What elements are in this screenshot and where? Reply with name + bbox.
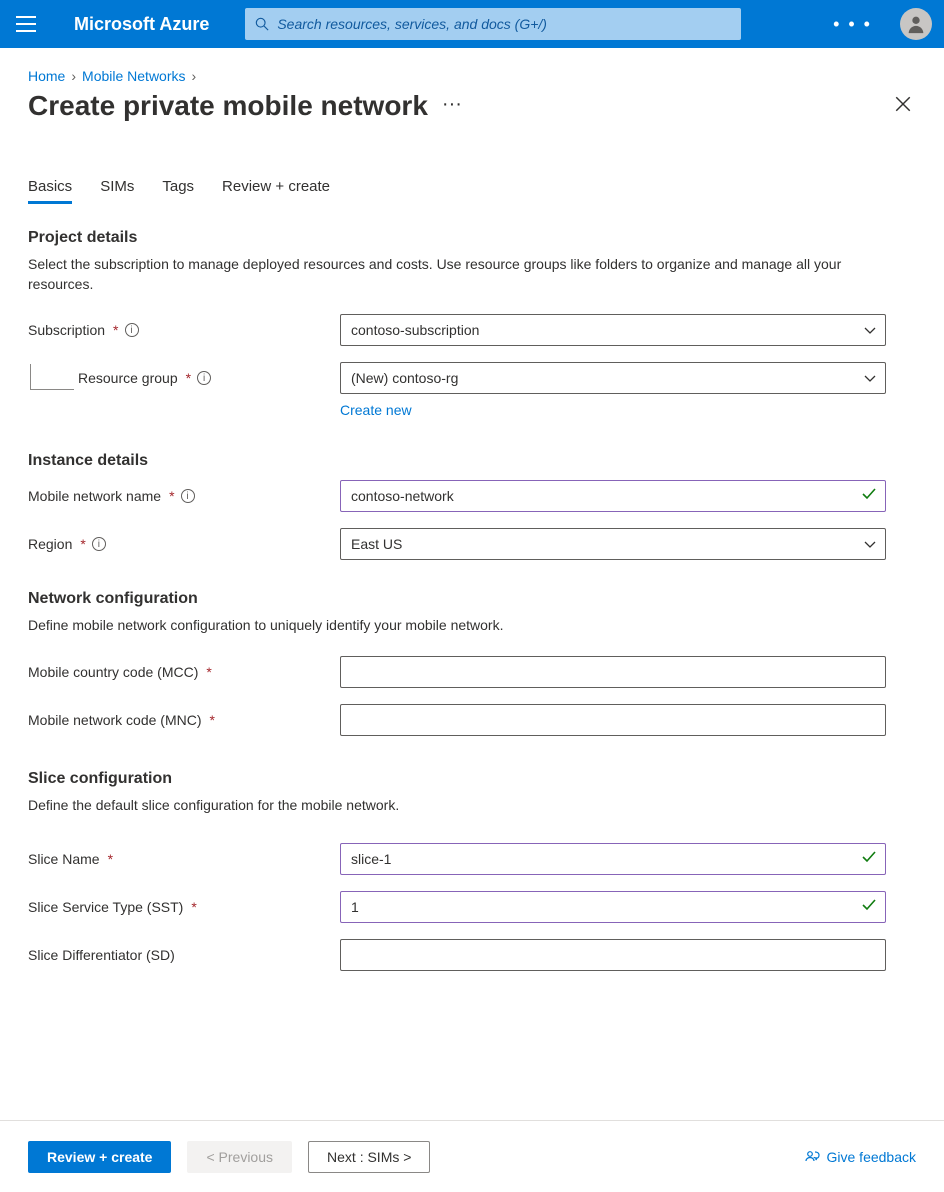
info-icon[interactable]: i [197, 371, 211, 385]
label-network-name: Mobile network name * i [28, 488, 340, 504]
give-feedback-link[interactable]: Give feedback [805, 1149, 917, 1165]
section-title-instance: Instance details [28, 452, 916, 470]
info-icon[interactable]: i [125, 323, 139, 337]
row-mnc: Mobile network code (MNC) * [28, 704, 916, 736]
hamburger-menu-button[interactable] [12, 10, 40, 38]
required-mark: * [108, 851, 113, 867]
row-slice-name: Slice Name * [28, 843, 916, 875]
required-mark: * [206, 664, 211, 680]
row-sd: Slice Differentiator (SD) [28, 939, 916, 971]
tab-sims[interactable]: SIMs [100, 178, 134, 204]
chevron-right-icon: › [192, 68, 197, 84]
chevron-down-icon [864, 322, 876, 338]
row-network-name: Mobile network name * i [28, 480, 916, 512]
section-title-slice: Slice configuration [28, 770, 916, 788]
section-desc-slice: Define the default slice configuration f… [28, 796, 848, 816]
close-button[interactable] [890, 91, 916, 122]
label-mnc: Mobile network code (MNC) * [28, 712, 340, 728]
section-title-project: Project details [28, 229, 916, 247]
person-icon [905, 13, 927, 35]
label-mcc: Mobile country code (MCC) * [28, 664, 340, 680]
breadcrumb: Home › Mobile Networks › [28, 68, 916, 84]
previous-button: < Previous [187, 1141, 292, 1173]
label-slice-name: Slice Name * [28, 851, 340, 867]
resource-group-value: (New) contoso-rg [351, 370, 458, 386]
section-desc-project: Select the subscription to manage deploy… [28, 255, 848, 294]
checkmark-icon [862, 850, 876, 868]
feedback-label: Give feedback [827, 1149, 917, 1165]
label-sst: Slice Service Type (SST) * [28, 899, 340, 915]
user-avatar[interactable] [900, 8, 932, 40]
row-region: Region * i East US [28, 528, 916, 560]
tab-bar: Basics SIMs Tags Review + create [28, 178, 916, 205]
checkmark-icon [862, 898, 876, 916]
label-sd: Slice Differentiator (SD) [28, 947, 340, 963]
section-instance-details: Instance details Mobile network name * i… [28, 452, 916, 560]
required-mark: * [210, 712, 215, 728]
create-new-link[interactable]: Create new [340, 402, 412, 418]
required-mark: * [186, 370, 191, 386]
info-icon[interactable]: i [181, 489, 195, 503]
row-resource-group: Resource group * i (New) contoso-rg [28, 362, 916, 394]
search-input[interactable] [277, 16, 731, 32]
row-sst: Slice Service Type (SST) * [28, 891, 916, 923]
required-mark: * [113, 322, 118, 338]
sst-input[interactable] [340, 891, 886, 923]
brand-label[interactable]: Microsoft Azure [74, 14, 209, 35]
review-create-button[interactable]: Review + create [28, 1141, 171, 1173]
subscription-value: contoso-subscription [351, 322, 479, 338]
global-search[interactable] [245, 8, 741, 40]
title-row: Create private mobile network ··· [28, 90, 916, 122]
chevron-right-icon: › [71, 68, 76, 84]
checkmark-icon [862, 487, 876, 505]
section-title-network: Network configuration [28, 590, 916, 608]
top-header: Microsoft Azure • • • [0, 0, 944, 48]
mcc-input[interactable] [340, 656, 886, 688]
mnc-input[interactable] [340, 704, 886, 736]
section-slice-config: Slice configuration Define the default s… [28, 770, 916, 972]
region-select[interactable]: East US [340, 528, 886, 560]
label-subscription: Subscription * i [28, 322, 340, 338]
tab-basics[interactable]: Basics [28, 178, 72, 204]
wizard-footer: Review + create < Previous Next : SIMs >… [0, 1120, 944, 1192]
search-icon [255, 17, 269, 31]
slice-name-input[interactable] [340, 843, 886, 875]
header-overflow-button[interactable]: • • • [825, 14, 880, 35]
breadcrumb-home[interactable]: Home [28, 68, 65, 84]
subscription-select[interactable]: contoso-subscription [340, 314, 886, 346]
section-project-details: Project details Select the subscription … [28, 229, 916, 420]
chevron-down-icon [864, 536, 876, 552]
section-desc-network: Define mobile network configuration to u… [28, 616, 848, 636]
feedback-icon [805, 1149, 821, 1165]
required-mark: * [169, 488, 174, 504]
indent-line [30, 364, 74, 390]
title-overflow-button[interactable]: ··· [442, 93, 462, 116]
row-subscription: Subscription * i contoso-subscription [28, 314, 916, 346]
label-resource-group: Resource group * i [28, 370, 340, 386]
page-title: Create private mobile network [28, 90, 428, 122]
section-network-config: Network configuration Define mobile netw… [28, 590, 916, 736]
row-mcc: Mobile country code (MCC) * [28, 656, 916, 688]
region-value: East US [351, 536, 402, 552]
network-name-input[interactable] [340, 480, 886, 512]
chevron-down-icon [864, 370, 876, 386]
tab-review-create[interactable]: Review + create [222, 178, 330, 204]
next-button[interactable]: Next : SIMs > [308, 1141, 430, 1173]
sd-input[interactable] [340, 939, 886, 971]
hamburger-icon [16, 16, 36, 32]
label-region: Region * i [28, 536, 340, 552]
required-mark: * [191, 899, 196, 915]
resource-group-select[interactable]: (New) contoso-rg [340, 362, 886, 394]
info-icon[interactable]: i [92, 537, 106, 551]
page-content: Home › Mobile Networks › Create private … [0, 48, 944, 1120]
tab-tags[interactable]: Tags [162, 178, 194, 204]
close-icon [894, 95, 912, 113]
breadcrumb-mobile-networks[interactable]: Mobile Networks [82, 68, 185, 84]
required-mark: * [80, 536, 85, 552]
